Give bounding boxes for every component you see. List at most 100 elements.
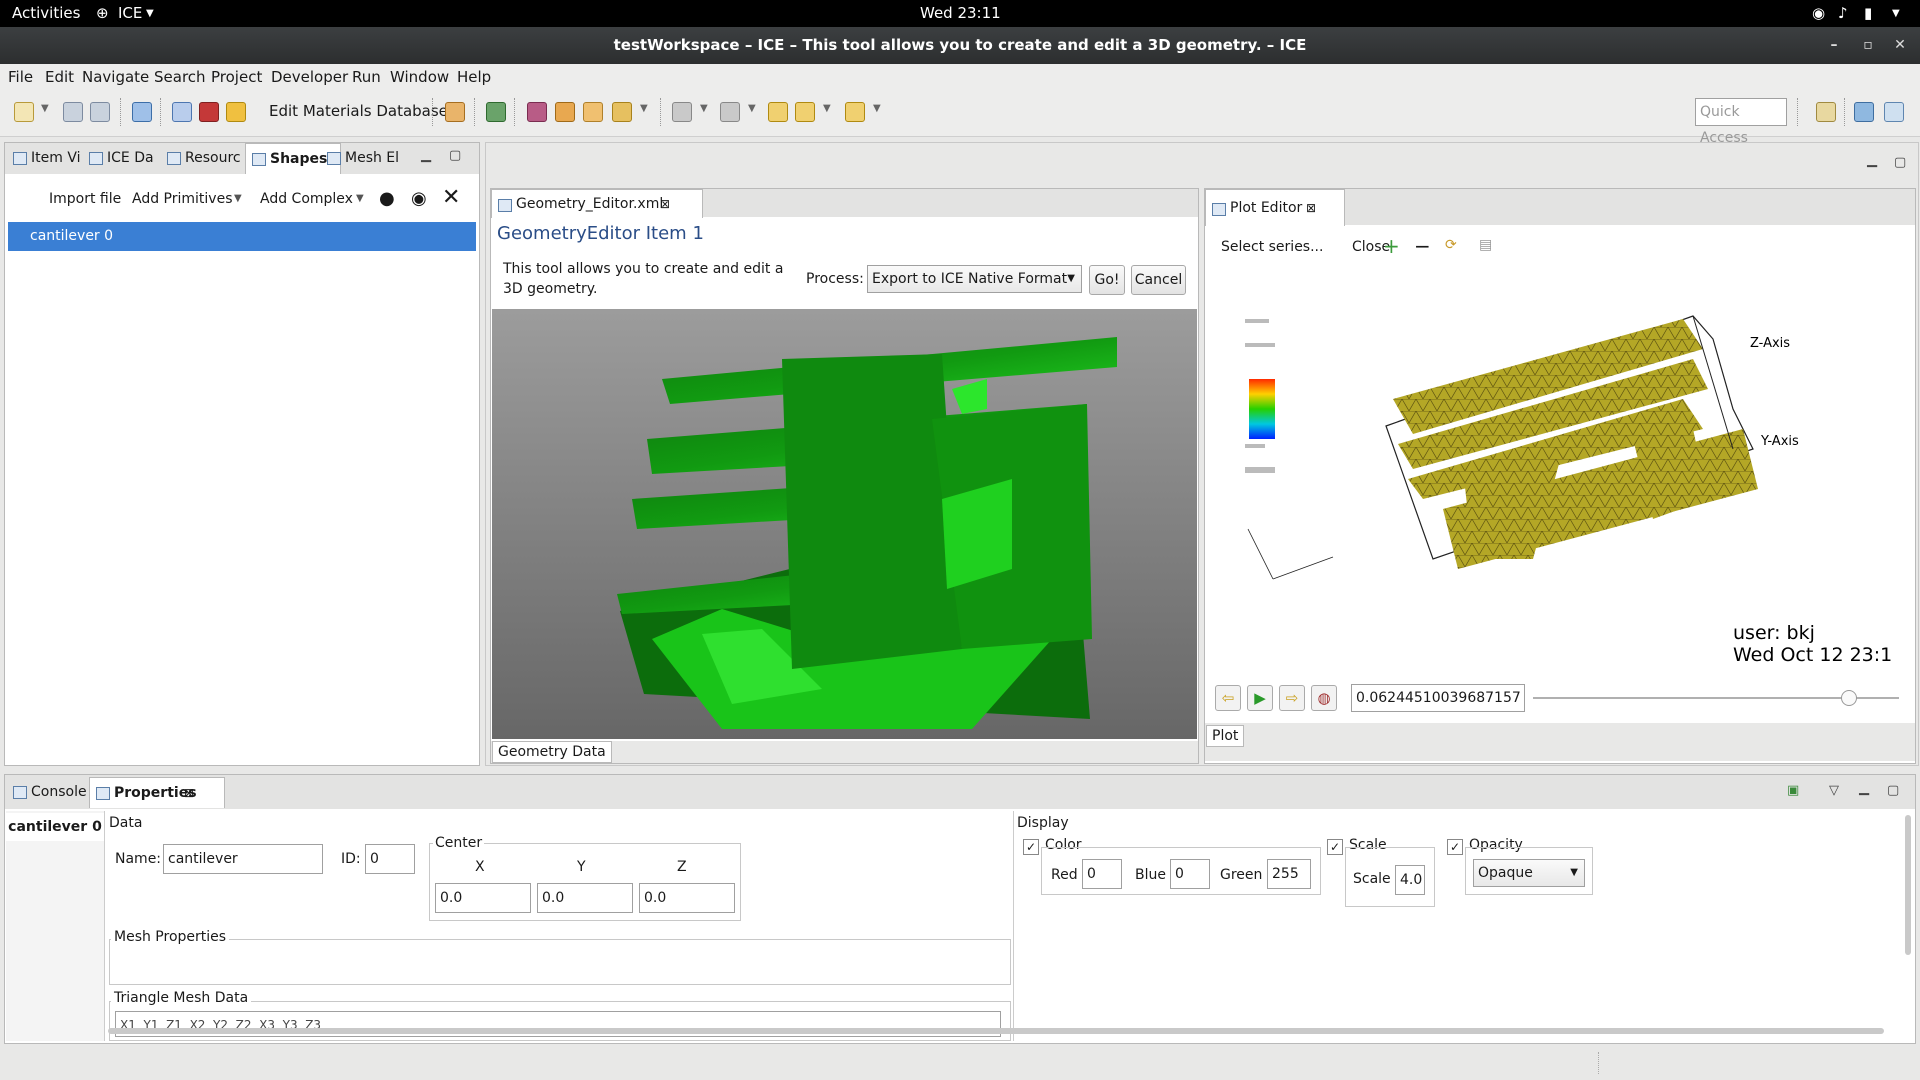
chevron-down-icon[interactable]: ▼ xyxy=(234,193,242,204)
back-icon[interactable] xyxy=(795,102,815,122)
chevron-down-icon[interactable]: ▼ xyxy=(356,193,364,204)
run-icon[interactable] xyxy=(555,102,575,122)
delete-shape-icon[interactable]: ✕ xyxy=(442,185,460,210)
movie-button[interactable]: ◍ xyxy=(1311,685,1337,711)
copy-icon[interactable]: ▤ xyxy=(1479,237,1492,253)
chart-icon[interactable] xyxy=(172,102,192,122)
plot-canvas[interactable]: Z-Axis Y-Axis user: bkj Wed Oct 12 23:1 xyxy=(1213,279,1907,671)
next-annotation-icon[interactable] xyxy=(672,102,692,122)
red-field[interactable]: 0 xyxy=(1082,859,1122,889)
search-icon[interactable] xyxy=(486,102,506,122)
minimize-icon[interactable]: ▁ xyxy=(1867,153,1877,168)
activities-button[interactable]: Activities xyxy=(12,4,80,22)
process-select[interactable]: Export to ICE Native Format ▼ xyxy=(867,265,1082,293)
menu-file[interactable]: File xyxy=(8,68,33,86)
tab-plot-editor[interactable]: Plot Editor ⊠ xyxy=(1205,189,1345,226)
quick-access-input[interactable]: Quick Access xyxy=(1695,98,1787,146)
center-x-field[interactable]: 0.0 xyxy=(435,883,531,913)
time-value-input[interactable]: 0.06244510039687157 xyxy=(1351,684,1525,712)
perspective-icon[interactable] xyxy=(1854,102,1874,122)
menu-run[interactable]: Run xyxy=(352,68,381,86)
close-icon[interactable]: ⊠ xyxy=(184,778,194,808)
save-icon[interactable] xyxy=(63,102,83,122)
chevron-down-icon[interactable]: ▼ xyxy=(823,103,831,114)
chevron-down-icon[interactable]: ▼ xyxy=(748,103,756,114)
menu-developer[interactable]: Developer xyxy=(271,68,348,86)
ice-perspective-icon[interactable] xyxy=(1884,102,1904,122)
plus-icon[interactable]: + xyxy=(1383,234,1400,258)
time-slider-handle[interactable] xyxy=(1840,690,1857,706)
minimize-icon[interactable]: ▁ xyxy=(421,148,431,163)
center-y-field[interactable]: 0.0 xyxy=(537,883,633,913)
scale-checkbox[interactable]: ✓ xyxy=(1327,839,1343,855)
scale-field[interactable]: 4.0 xyxy=(1395,865,1425,895)
add-primitives-button[interactable]: Add Primitives xyxy=(132,191,233,207)
chevron-down-icon[interactable]: ▼ xyxy=(640,103,648,114)
green-field[interactable]: 255 xyxy=(1267,859,1311,889)
opacity-select[interactable]: Opaque ▼ xyxy=(1473,859,1585,887)
geometry-canvas[interactable] xyxy=(492,309,1197,739)
maximize-icon[interactable]: ▢ xyxy=(1894,155,1906,170)
refresh-icon[interactable]: ⟳ xyxy=(1445,237,1457,253)
last-edit-icon[interactable] xyxy=(768,102,788,122)
tab-geometry-data[interactable]: Geometry Data xyxy=(492,741,612,763)
add-complex-button[interactable]: Add Complex xyxy=(260,191,353,207)
step-forward-button[interactable]: ⇨ xyxy=(1279,685,1305,711)
close-window-button[interactable]: ✕ xyxy=(1888,33,1912,57)
name-field[interactable]: cantilever xyxy=(163,844,323,874)
horizontal-scrollbar[interactable] xyxy=(108,1028,1884,1034)
id-field[interactable]: 0 xyxy=(365,844,415,874)
save-all-icon[interactable] xyxy=(90,102,110,122)
menu-edit[interactable]: Edit xyxy=(45,68,74,86)
close-icon[interactable]: ⊠ xyxy=(660,190,670,218)
maximize-icon[interactable]: ▢ xyxy=(1887,783,1899,798)
maximize-icon[interactable]: ▢ xyxy=(449,148,461,163)
tab-mesh-elements[interactable]: Mesh El xyxy=(321,143,423,173)
go-button[interactable]: Go! xyxy=(1089,265,1125,295)
chevron-down-icon[interactable]: ▼ xyxy=(700,103,708,114)
opacity-checkbox[interactable]: ✓ xyxy=(1447,839,1463,855)
menu-window[interactable]: Window xyxy=(390,68,449,86)
play-button[interactable]: ▶ xyxy=(1247,685,1273,711)
console-icon[interactable] xyxy=(132,102,152,122)
center-z-field[interactable]: 0.0 xyxy=(639,883,735,913)
grid-icon[interactable] xyxy=(199,102,219,122)
blue-field[interactable]: 0 xyxy=(1170,859,1210,889)
duplicate-shape-icon[interactable]: ● xyxy=(379,188,395,209)
time-slider[interactable] xyxy=(1533,690,1899,706)
pen-icon[interactable] xyxy=(612,102,632,122)
debug-icon[interactable] xyxy=(527,102,547,122)
edit-materials-button[interactable]: Edit Materials Database xyxy=(269,102,448,120)
menu-search[interactable]: Search xyxy=(154,68,206,86)
clock[interactable]: Wed 23:11 xyxy=(920,4,1001,22)
chevron-down-icon[interactable]: ▼ xyxy=(41,103,49,114)
battery-icon[interactable]: ▮ xyxy=(1864,4,1872,22)
maximize-window-button[interactable]: ▫ xyxy=(1856,33,1880,57)
tab-properties[interactable]: Properties ⊠ xyxy=(89,777,225,808)
properties-item[interactable]: cantilever 0 xyxy=(6,813,104,841)
chevron-down-icon[interactable]: ▼ xyxy=(873,103,881,114)
list-item[interactable]: cantilever 0 xyxy=(8,222,476,251)
tab-geometry-editor-xml[interactable]: Geometry_Editor.xml ⊠ xyxy=(491,189,703,218)
wifi-icon[interactable]: ◉ xyxy=(1812,4,1825,22)
select-series-button[interactable]: Select series... xyxy=(1221,239,1323,255)
menu-project[interactable]: Project xyxy=(211,68,262,86)
tool-icon[interactable] xyxy=(445,102,465,122)
replicate-shape-icon[interactable]: ◉ xyxy=(411,188,427,209)
tab-plot[interactable]: Plot xyxy=(1206,725,1245,747)
pin-icon[interactable]: ▣ xyxy=(1787,783,1799,798)
minimize-icon[interactable]: ▁ xyxy=(1859,781,1869,796)
menu-help[interactable]: Help xyxy=(457,68,491,86)
forward-icon[interactable] xyxy=(845,102,865,122)
chevron-down-icon[interactable]: ▼ xyxy=(1892,8,1900,19)
color-checkbox[interactable]: ✓ xyxy=(1023,839,1039,855)
app-menu[interactable]: ICE xyxy=(118,4,142,22)
menu-navigate[interactable]: Navigate xyxy=(82,68,149,86)
vertical-scrollbar[interactable] xyxy=(1905,815,1911,955)
folder-icon[interactable] xyxy=(583,102,603,122)
new-icon[interactable] xyxy=(14,102,34,122)
cancel-button[interactable]: Cancel xyxy=(1131,265,1186,295)
arrow-right-icon[interactable] xyxy=(226,102,246,122)
close-icon[interactable]: ⊠ xyxy=(1306,190,1316,226)
prev-annotation-icon[interactable] xyxy=(720,102,740,122)
